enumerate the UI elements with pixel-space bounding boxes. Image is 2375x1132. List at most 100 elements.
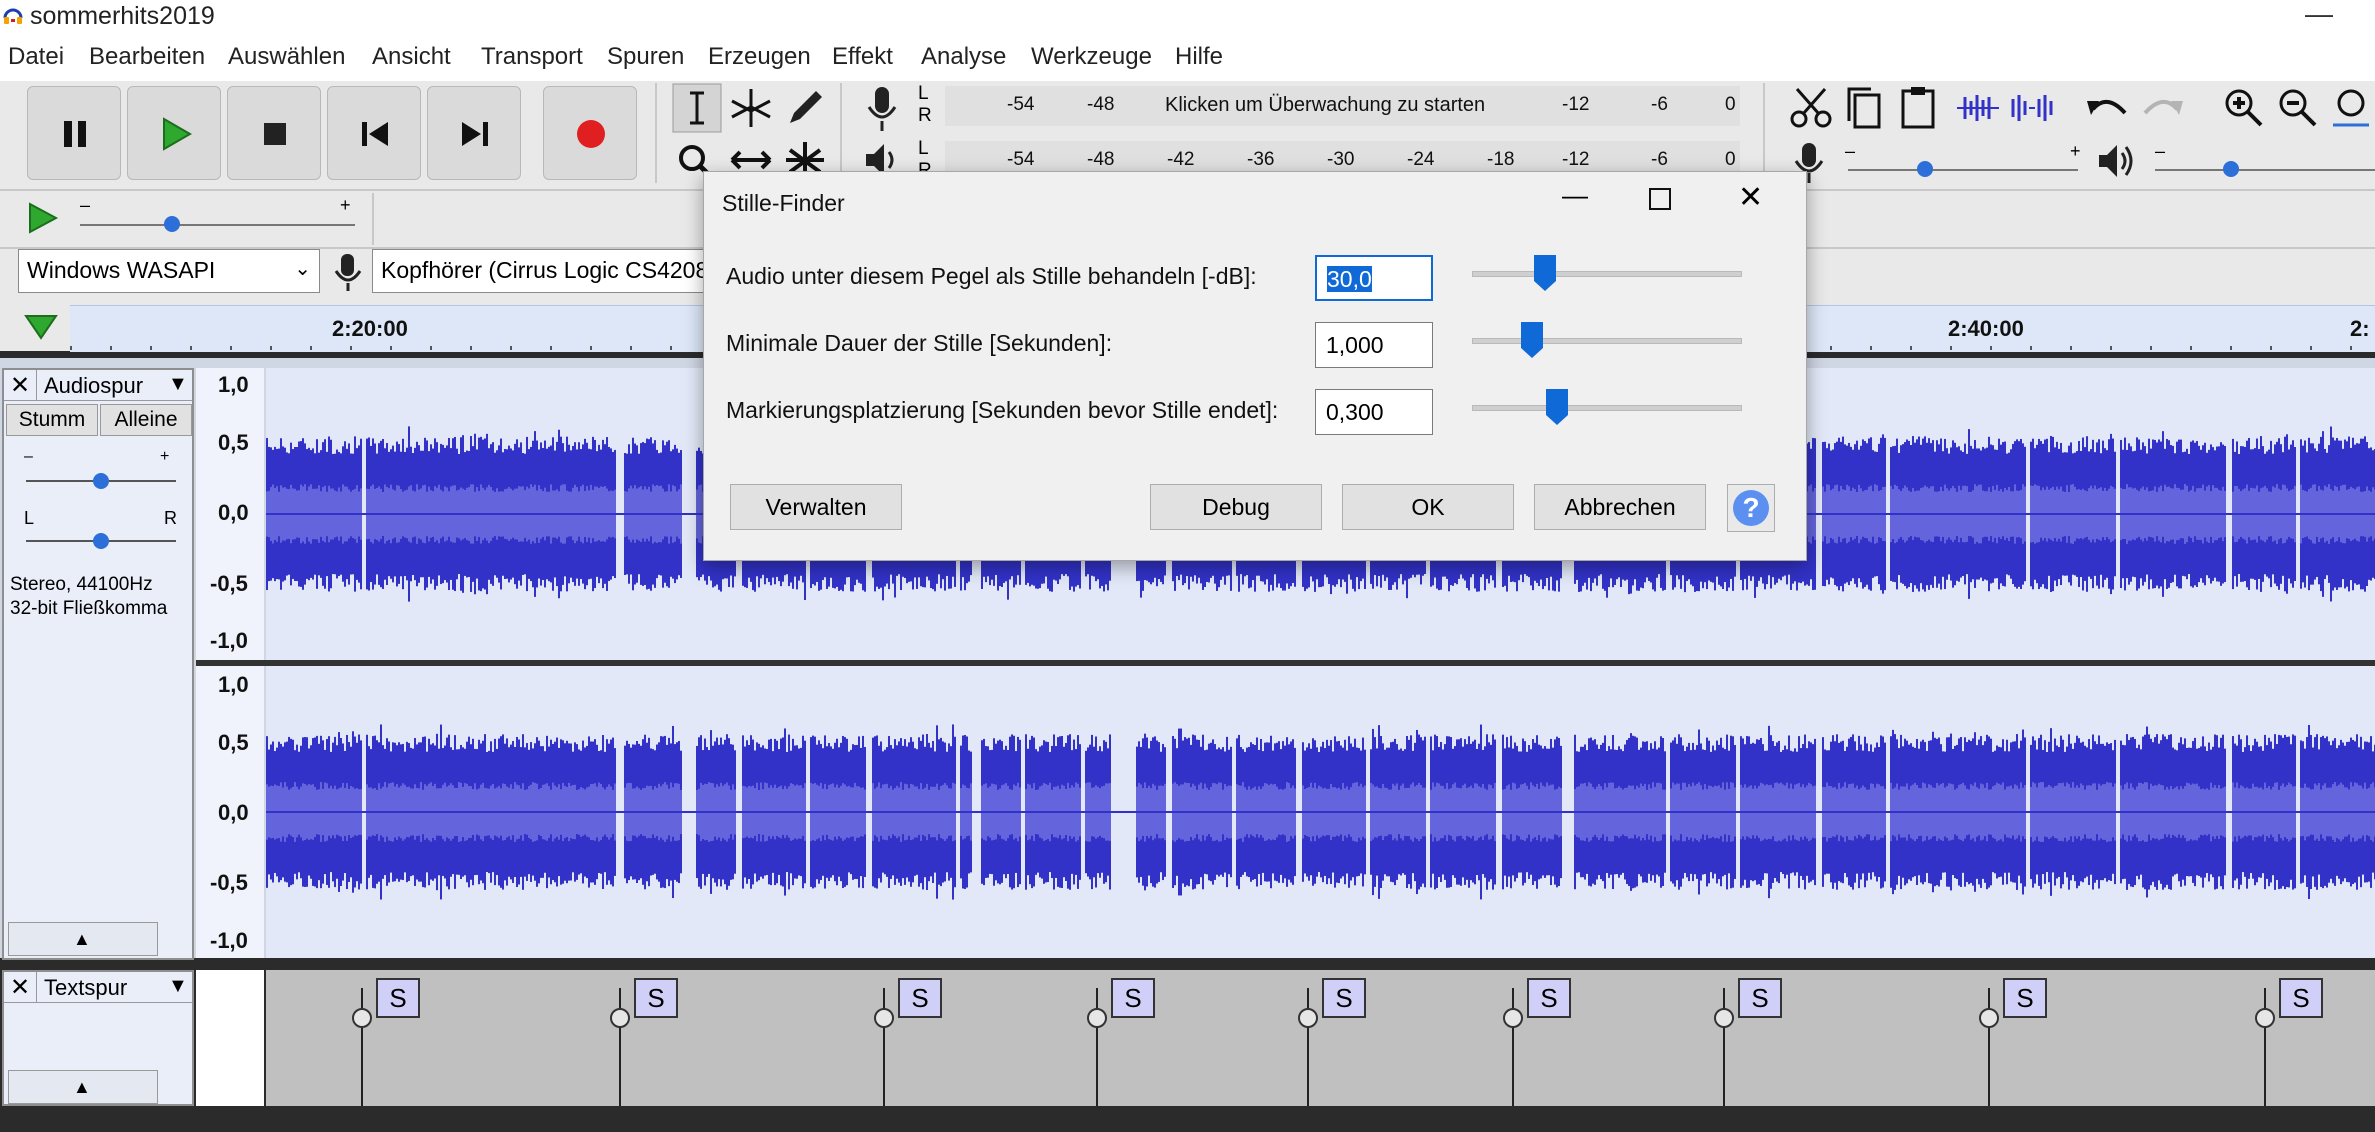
pause-button[interactable] (27, 86, 121, 180)
track-menu-chevron-icon[interactable]: ▼ (168, 975, 188, 998)
label-text[interactable]: S (376, 978, 420, 1018)
undo-icon[interactable] (2083, 87, 2133, 127)
threshold-slider-thumb[interactable] (1534, 255, 1556, 291)
label-marker-handle[interactable] (352, 1008, 372, 1028)
menu-auswaehlen[interactable]: Auswählen (228, 43, 345, 71)
mute-button[interactable]: Stumm (6, 404, 98, 436)
cancel-button[interactable]: Abbrechen (1534, 484, 1706, 530)
menu-transport[interactable]: Transport (481, 43, 583, 71)
waveform-channel-2[interactable] (266, 666, 2375, 958)
debug-button[interactable]: Debug (1150, 484, 1322, 530)
zoom-out-icon[interactable] (2275, 85, 2321, 131)
play-at-speed-icon[interactable] (20, 196, 64, 240)
play-button[interactable] (127, 86, 221, 180)
dialog-maximize-icon[interactable] (1649, 188, 1671, 210)
menu-analyse[interactable]: Analyse (921, 43, 1006, 71)
label-marker-handle[interactable] (2255, 1008, 2275, 1028)
timeline-play-head-icon[interactable] (22, 312, 60, 342)
selection-tool-icon[interactable] (672, 83, 722, 133)
manage-button[interactable]: Verwalten (730, 484, 902, 530)
label-text[interactable]: S (1738, 978, 1782, 1018)
pan-thumb[interactable] (93, 533, 109, 549)
trim-audio-icon[interactable] (1953, 91, 2003, 125)
label-marker-handle[interactable] (1298, 1008, 1318, 1028)
track-name[interactable]: Audiospur (44, 373, 143, 399)
microphone-icon[interactable] (862, 83, 902, 133)
channel-1-scale: 1,0 0,5 0,0 -0,5 -1,0 (196, 368, 264, 660)
zoom-in-icon[interactable] (2221, 85, 2267, 131)
collapse-track-button[interactable]: ▲ (8, 922, 158, 956)
solo-button[interactable]: Alleine (100, 404, 192, 436)
menu-erzeugen[interactable]: Erzeugen (708, 43, 811, 71)
skip-to-end-button[interactable] (427, 86, 521, 180)
menu-werkzeuge[interactable]: Werkzeuge (1031, 43, 1152, 71)
track-menu-chevron-icon[interactable]: ▼ (168, 373, 188, 396)
min-duration-slider-thumb[interactable] (1521, 322, 1543, 358)
redo-icon[interactable] (2137, 87, 2187, 127)
menu-bearbeiten[interactable]: Bearbeiten (89, 43, 205, 71)
ruler-label: 2:20:00 (332, 316, 408, 341)
paste-icon[interactable] (1895, 83, 1943, 133)
label-text[interactable]: S (1322, 978, 1366, 1018)
playback-volume-thumb[interactable] (2223, 161, 2239, 177)
menu-effekt[interactable]: Effekt (832, 43, 893, 71)
bottom-gap (0, 1106, 2375, 1132)
ok-button[interactable]: OK (1342, 484, 1514, 530)
gain-thumb[interactable] (93, 473, 109, 489)
placement-value: 0,300 (1326, 399, 1384, 425)
close-track-icon[interactable]: ✕ (10, 973, 30, 1002)
close-track-icon[interactable]: ✕ (10, 371, 30, 400)
label-text[interactable]: S (1111, 978, 1155, 1018)
label-marker-handle[interactable] (1087, 1008, 1107, 1028)
label-marker-handle[interactable] (1503, 1008, 1523, 1028)
playback-volume-slider[interactable] (2155, 169, 2375, 171)
stop-button[interactable] (227, 86, 321, 180)
minimize-icon[interactable]: — (2305, 0, 2333, 30)
menu-datei[interactable]: Datei (8, 43, 64, 71)
recording-volume-thumb[interactable] (1917, 161, 1933, 177)
play-speed-slider[interactable] (80, 224, 355, 226)
threshold-slider[interactable] (1472, 271, 1742, 277)
label-marker-handle[interactable] (610, 1008, 630, 1028)
label-track-area[interactable]: SSSSSSSSS (266, 970, 2375, 1106)
toolbar-separator (1763, 83, 1765, 183)
copy-icon[interactable] (1841, 83, 1889, 133)
label-text[interactable]: S (1527, 978, 1571, 1018)
silence-audio-icon[interactable] (2007, 91, 2057, 125)
label-text[interactable]: S (634, 978, 678, 1018)
label-text[interactable]: S (2003, 978, 2047, 1018)
label-text[interactable]: S (898, 978, 942, 1018)
fit-selection-icon[interactable] (2329, 85, 2375, 131)
min-duration-input[interactable]: 1,000 (1315, 322, 1433, 368)
min-duration-label: Minimale Dauer der Stille [Sekunden]: (726, 330, 1113, 356)
placement-slider-thumb[interactable] (1546, 389, 1568, 425)
recording-volume-slider[interactable] (1848, 169, 2078, 171)
threshold-value: 30,0 (1327, 266, 1372, 292)
threshold-input[interactable]: 30,0 (1315, 255, 1433, 301)
label-text[interactable]: S (2279, 978, 2323, 1018)
placement-slider[interactable] (1472, 405, 1742, 411)
track-name[interactable]: Textspur (44, 975, 127, 1001)
envelope-tool-icon[interactable] (726, 83, 776, 133)
menu-spuren[interactable]: Spuren (607, 43, 684, 71)
label-marker-handle[interactable] (1979, 1008, 1999, 1028)
collapse-track-button[interactable]: ▲ (8, 1070, 158, 1104)
menu-hilfe[interactable]: Hilfe (1175, 43, 1223, 71)
help-button[interactable]: ? (1727, 484, 1775, 532)
recording-device-select[interactable]: Kopfhörer (Cirrus Logic CS4208 (372, 249, 712, 293)
dialog-minimize-icon[interactable]: — (1562, 180, 1588, 211)
label-marker-handle[interactable] (874, 1008, 894, 1028)
cut-icon[interactable] (1787, 83, 1835, 133)
record-button[interactable] (543, 86, 637, 180)
play-speed-thumb[interactable] (164, 216, 180, 232)
menu-ansicht[interactable]: Ansicht (372, 43, 451, 71)
skip-to-start-button[interactable] (327, 86, 421, 180)
dialog-close-icon[interactable]: ✕ (1738, 180, 1763, 215)
label-marker-handle[interactable] (1714, 1008, 1734, 1028)
placement-input[interactable]: 0,300 (1315, 389, 1433, 435)
scale-label: -0,5 (210, 571, 248, 596)
audio-host-select[interactable]: Windows WASAPI ⌄ (18, 249, 320, 293)
min-duration-slider[interactable] (1472, 338, 1742, 344)
record-meter[interactable]: -54 -48 Klicken um Überwachung zu starte… (945, 86, 1740, 126)
draw-tool-icon[interactable] (780, 83, 830, 133)
